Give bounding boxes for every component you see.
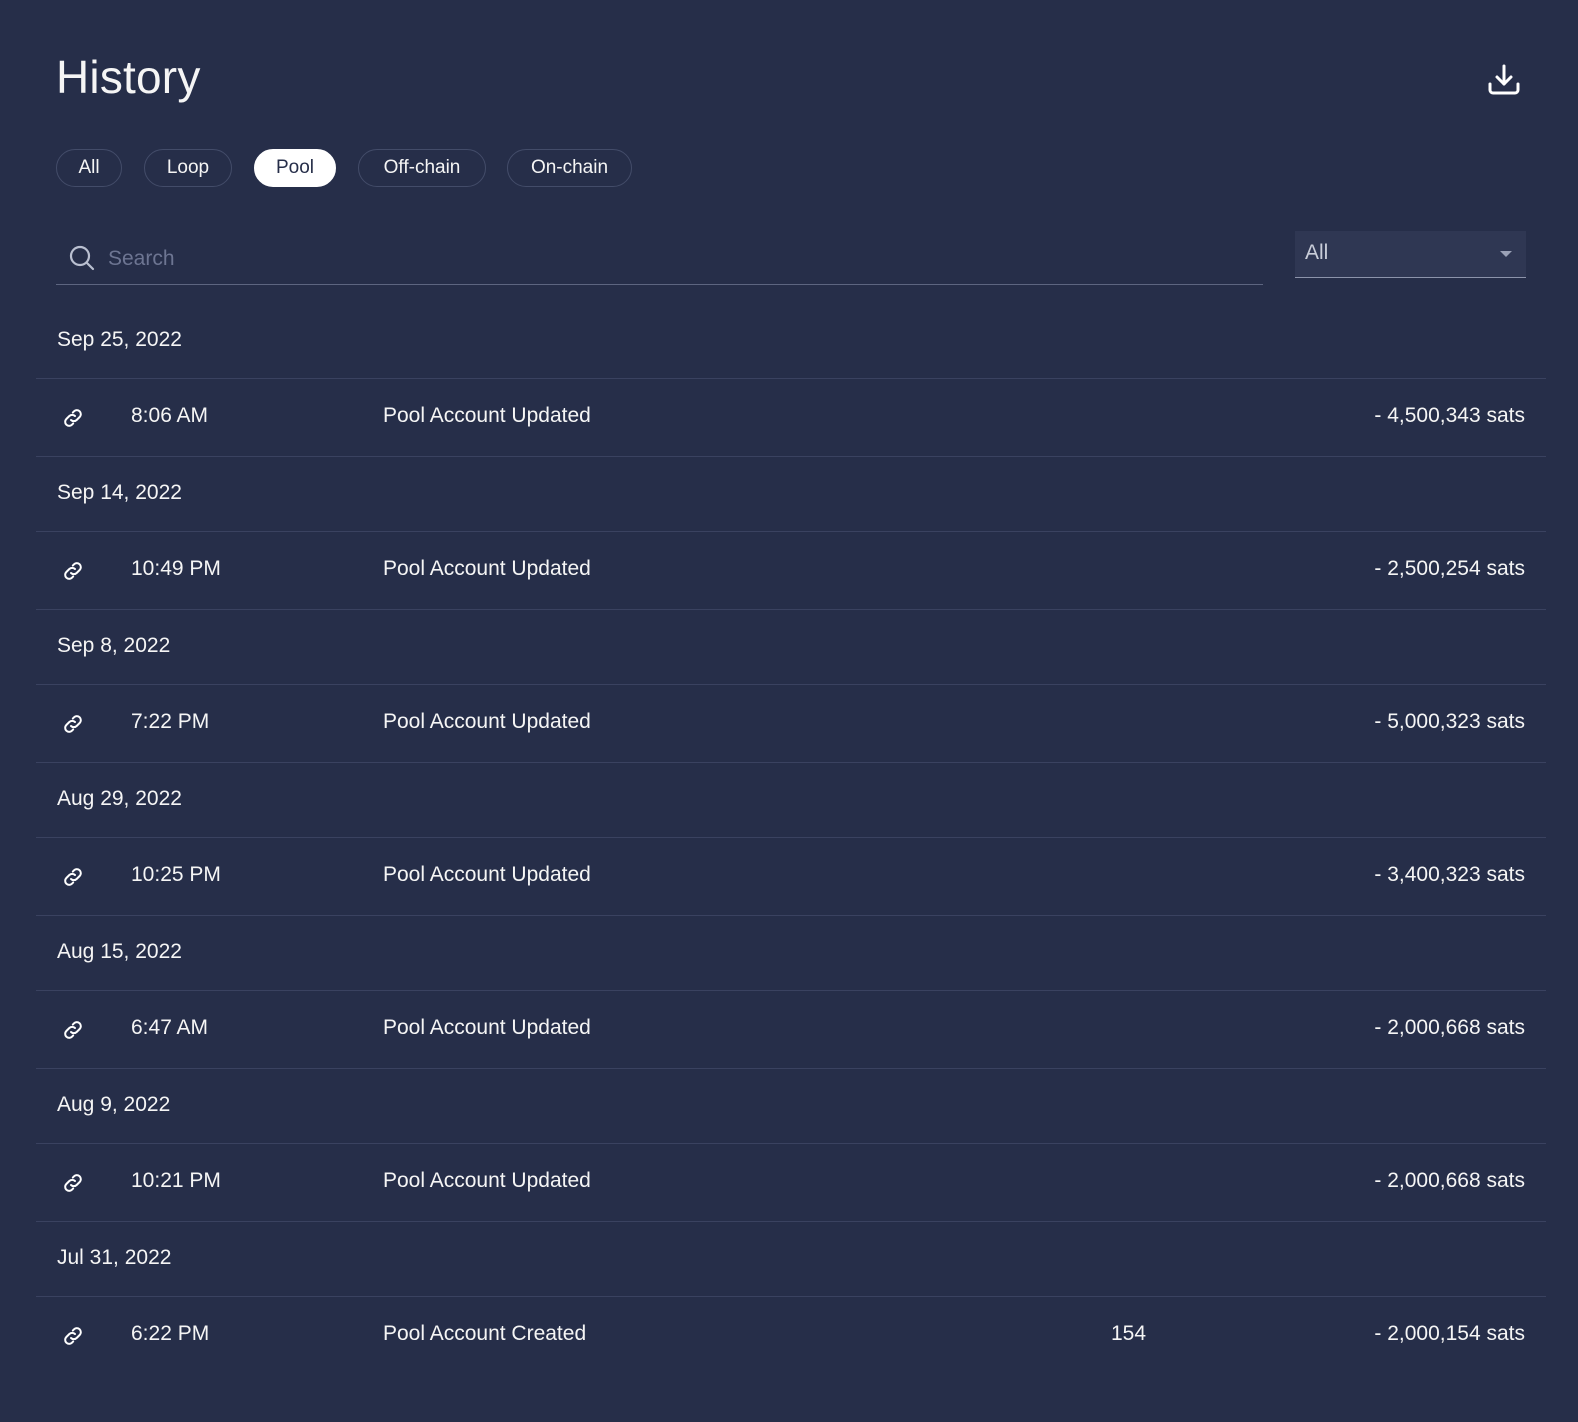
search-input[interactable]	[106, 238, 1250, 280]
link-icon	[64, 1327, 82, 1345]
history-row[interactable]: 6:47 AM Pool Account Updated - 2,000,668…	[36, 991, 1546, 1069]
row-description: Pool Account Updated	[383, 404, 591, 427]
row-time: 7:22 PM	[131, 710, 210, 733]
type-select[interactable]: All	[1295, 231, 1526, 278]
row-description: Pool Account Created	[383, 1322, 587, 1345]
link-icon	[64, 409, 82, 427]
filter-off-chain[interactable]: Off-chain	[358, 149, 486, 187]
date-label: Sep 8, 2022	[57, 634, 171, 657]
row-fee: 154	[1111, 1322, 1147, 1345]
row-description: Pool Account Updated	[383, 710, 591, 733]
date-label: Aug 15, 2022	[57, 940, 182, 963]
download-button[interactable]	[1484, 60, 1524, 100]
date-label: Sep 25, 2022	[57, 328, 182, 351]
history-row[interactable]: 10:49 PM Pool Account Updated - 2,500,25…	[36, 532, 1546, 610]
row-amount: - 5,000,323 sats	[1374, 710, 1525, 733]
row-amount: - 2,500,254 sats	[1374, 557, 1525, 580]
page-title: History	[56, 51, 201, 103]
row-time: 8:06 AM	[131, 404, 209, 427]
link-icon	[64, 868, 82, 886]
history-row[interactable]: 8:06 AM Pool Account Updated - 4,500,343…	[36, 379, 1546, 457]
filter-loop[interactable]: Loop	[144, 149, 232, 187]
date-label: Aug 29, 2022	[57, 787, 182, 810]
row-description: Pool Account Updated	[383, 1016, 591, 1039]
row-amount: - 2,000,668 sats	[1374, 1169, 1525, 1192]
row-time: 6:47 AM	[131, 1016, 209, 1039]
row-description: Pool Account Updated	[383, 1169, 591, 1192]
row-time: 10:21 PM	[131, 1169, 221, 1192]
row-time: 10:49 PM	[131, 557, 221, 580]
date-label: Jul 31, 2022	[57, 1246, 172, 1269]
search-bar	[56, 232, 1263, 285]
row-amount: - 2,000,154 sats	[1374, 1322, 1525, 1345]
download-icon	[1488, 64, 1520, 95]
date-label: Sep 14, 2022	[57, 481, 182, 504]
date-header: Sep 25, 2022	[36, 304, 1546, 379]
history-page: History All Loop Pool Off-chain On-chain…	[0, 0, 1578, 1422]
link-icon	[64, 562, 82, 580]
search-icon	[69, 245, 95, 271]
history-row[interactable]: 7:22 PM Pool Account Updated - 5,000,323…	[36, 685, 1546, 763]
filter-on-chain[interactable]: On-chain	[507, 149, 632, 187]
filter-all[interactable]: All	[56, 149, 122, 187]
history-row[interactable]: 10:25 PM Pool Account Updated - 3,400,32…	[36, 838, 1546, 916]
date-header: Aug 15, 2022	[36, 916, 1546, 991]
date-header: Aug 9, 2022	[36, 1069, 1546, 1144]
row-description: Pool Account Updated	[383, 863, 591, 886]
row-amount: - 4,500,343 sats	[1374, 404, 1525, 427]
date-label: Aug 9, 2022	[57, 1093, 171, 1116]
row-amount: - 2,000,668 sats	[1374, 1016, 1525, 1039]
row-time: 10:25 PM	[131, 863, 221, 886]
date-header: Sep 8, 2022	[36, 610, 1546, 685]
row-time: 6:22 PM	[131, 1322, 210, 1345]
link-icon	[64, 715, 82, 733]
caret-down-icon	[1500, 251, 1512, 257]
row-description: Pool Account Updated	[383, 557, 591, 580]
link-icon	[64, 1021, 82, 1039]
type-select-value: All	[1305, 241, 1329, 264]
history-list: Sep 25, 2022 8:06 AM Pool Account Update…	[36, 304, 1546, 1375]
date-header: Aug 29, 2022	[36, 763, 1546, 838]
history-row[interactable]: 10:21 PM Pool Account Updated - 2,000,66…	[36, 1144, 1546, 1222]
link-icon	[64, 1174, 82, 1192]
row-amount: - 3,400,323 sats	[1374, 863, 1525, 886]
history-row[interactable]: 6:22 PM Pool Account Created 154 - 2,000…	[36, 1297, 1546, 1375]
date-header: Jul 31, 2022	[36, 1222, 1546, 1297]
date-header: Sep 14, 2022	[36, 457, 1546, 532]
filter-pool[interactable]: Pool	[254, 149, 336, 187]
